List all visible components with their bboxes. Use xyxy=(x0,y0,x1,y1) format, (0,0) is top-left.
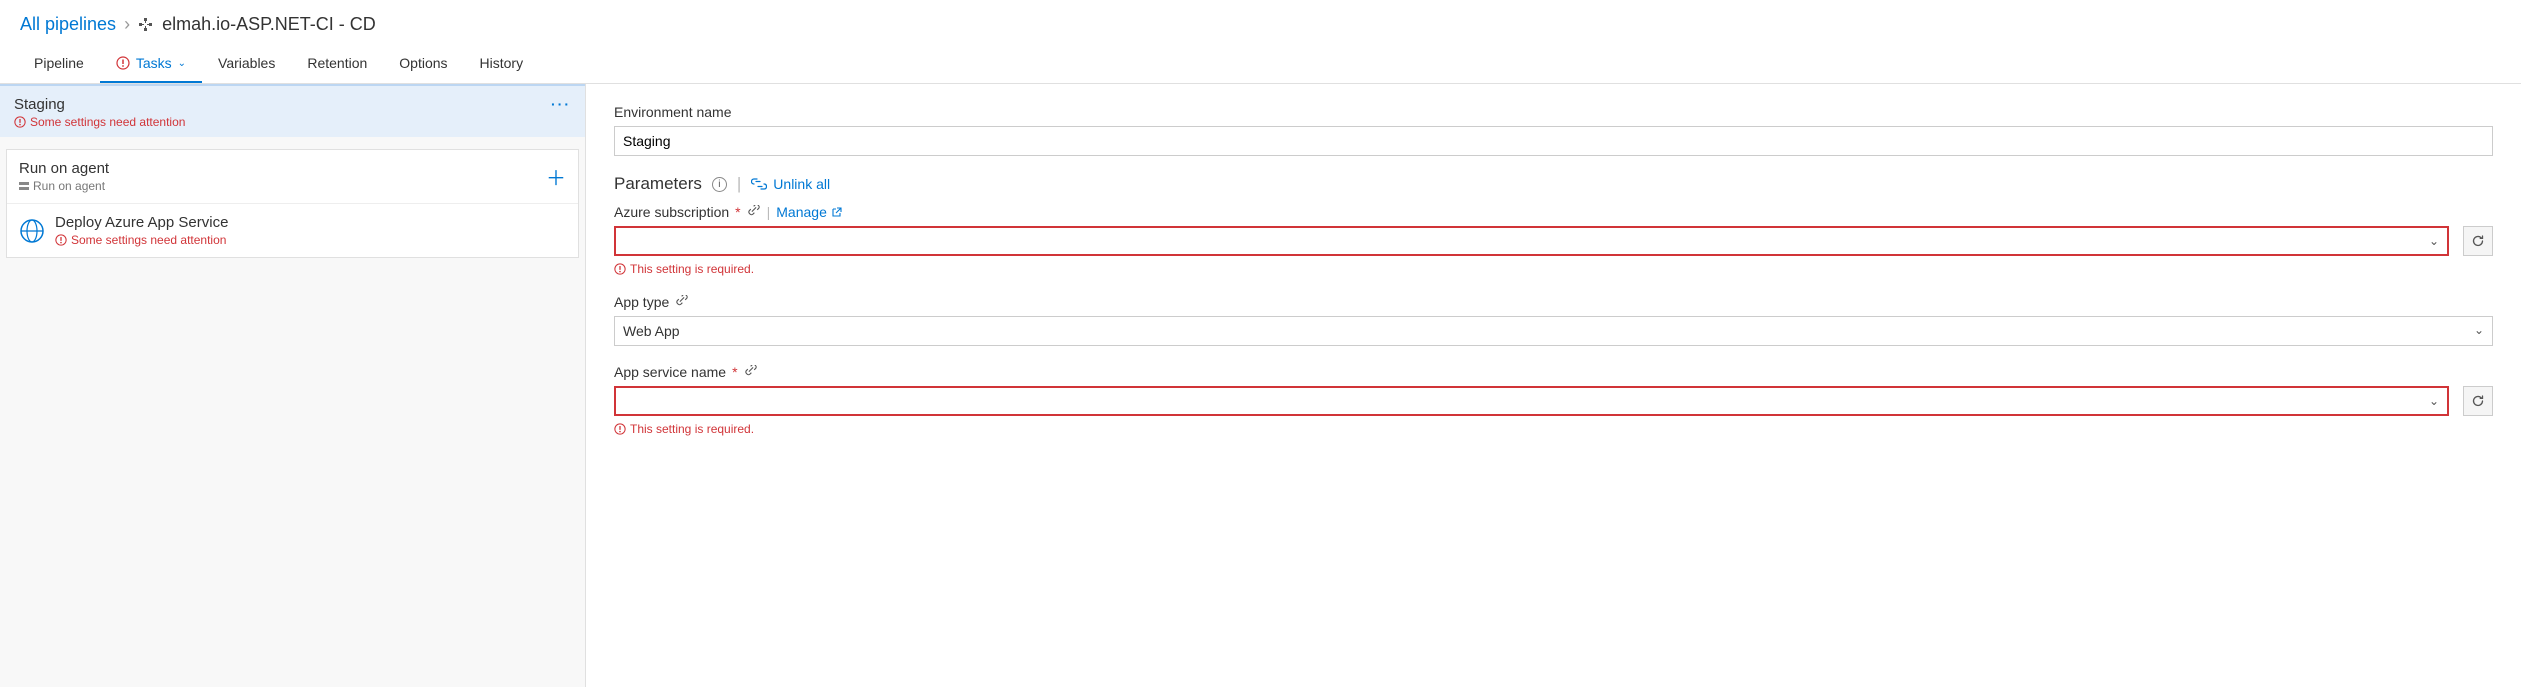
azure-subscription-error: This setting is required. xyxy=(614,262,2493,276)
task-deploy-azure[interactable]: Deploy Azure App Service Some settings n… xyxy=(7,204,578,257)
manage-link[interactable]: Manage xyxy=(776,204,842,220)
tab-tasks[interactable]: Tasks ⌄ xyxy=(100,45,202,83)
agent-subtitle: Run on agent xyxy=(33,179,105,193)
chevron-right-icon: › xyxy=(124,14,130,35)
chevron-down-icon: ⌄ xyxy=(2429,234,2439,248)
app-type-label: App type xyxy=(614,294,669,310)
env-name-label: Environment name xyxy=(614,104,2493,120)
stage-name: Staging xyxy=(14,96,571,113)
azure-subscription-label: Azure subscription xyxy=(614,204,729,220)
divider: | xyxy=(767,204,771,220)
parameters-heading: Parameters xyxy=(614,174,702,194)
external-link-icon xyxy=(831,207,842,218)
error-text: This setting is required. xyxy=(630,422,754,436)
required-star: * xyxy=(735,204,740,220)
link-icon[interactable] xyxy=(675,295,689,309)
stage-warning-text: Some settings need attention xyxy=(30,115,185,129)
agent-title: Run on agent xyxy=(19,160,109,177)
app-service-name-error: This setting is required. xyxy=(614,422,2493,436)
pipeline-icon xyxy=(138,17,154,33)
tab-options[interactable]: Options xyxy=(383,45,463,83)
more-options-icon[interactable]: ··· xyxy=(551,96,571,112)
task-warning: Some settings need attention xyxy=(55,233,228,247)
chevron-down-icon: ⌄ xyxy=(2474,323,2484,337)
error-bang-icon xyxy=(116,56,130,70)
manage-label: Manage xyxy=(776,204,827,220)
bars-icon xyxy=(19,182,29,190)
divider: | xyxy=(737,174,741,194)
tab-retention[interactable]: Retention xyxy=(291,45,383,83)
add-task-icon[interactable]: ＋ xyxy=(546,162,566,191)
tab-variables[interactable]: Variables xyxy=(202,45,291,83)
task-warning-text: Some settings need attention xyxy=(71,233,226,247)
refresh-button[interactable] xyxy=(2463,386,2493,416)
azure-app-service-icon xyxy=(19,218,45,244)
error-bang-icon xyxy=(14,116,26,128)
breadcrumb-root[interactable]: All pipelines xyxy=(20,14,116,35)
app-type-value: Web App xyxy=(623,323,680,339)
chevron-down-icon: ⌄ xyxy=(2429,394,2439,408)
stage-warning: Some settings need attention xyxy=(14,115,571,129)
app-service-name-select[interactable]: ⌄ xyxy=(614,386,2449,416)
azure-subscription-select[interactable]: ⌄ xyxy=(614,226,2449,256)
tab-pipeline[interactable]: Pipeline xyxy=(18,45,100,83)
error-text: This setting is required. xyxy=(630,262,754,276)
link-icon[interactable] xyxy=(747,205,761,219)
task-title: Deploy Azure App Service xyxy=(55,214,228,231)
unlink-all-label: Unlink all xyxy=(773,176,830,192)
chevron-down-icon: ⌄ xyxy=(178,58,186,69)
app-service-name-label: App service name xyxy=(614,364,726,380)
stage-staging[interactable]: Staging Some settings need attention ··· xyxy=(0,84,585,137)
error-bang-icon xyxy=(614,423,626,435)
link-icon[interactable] xyxy=(744,365,758,379)
unlink-icon xyxy=(751,177,767,191)
info-icon[interactable]: i xyxy=(712,177,727,192)
error-bang-icon xyxy=(614,263,626,275)
refresh-button[interactable] xyxy=(2463,226,2493,256)
page-title: elmah.io-ASP.NET-CI - CD xyxy=(162,14,376,35)
tab-tasks-label: Tasks xyxy=(136,55,172,71)
env-name-input[interactable] xyxy=(614,126,2493,156)
unlink-all-button[interactable]: Unlink all xyxy=(751,176,830,192)
error-bang-icon xyxy=(55,234,67,246)
tab-history[interactable]: History xyxy=(464,45,540,83)
required-star: * xyxy=(732,364,737,380)
agent-job-row[interactable]: Run on agent Run on agent ＋ xyxy=(7,150,578,204)
app-type-select[interactable]: Web App ⌄ xyxy=(614,316,2493,346)
